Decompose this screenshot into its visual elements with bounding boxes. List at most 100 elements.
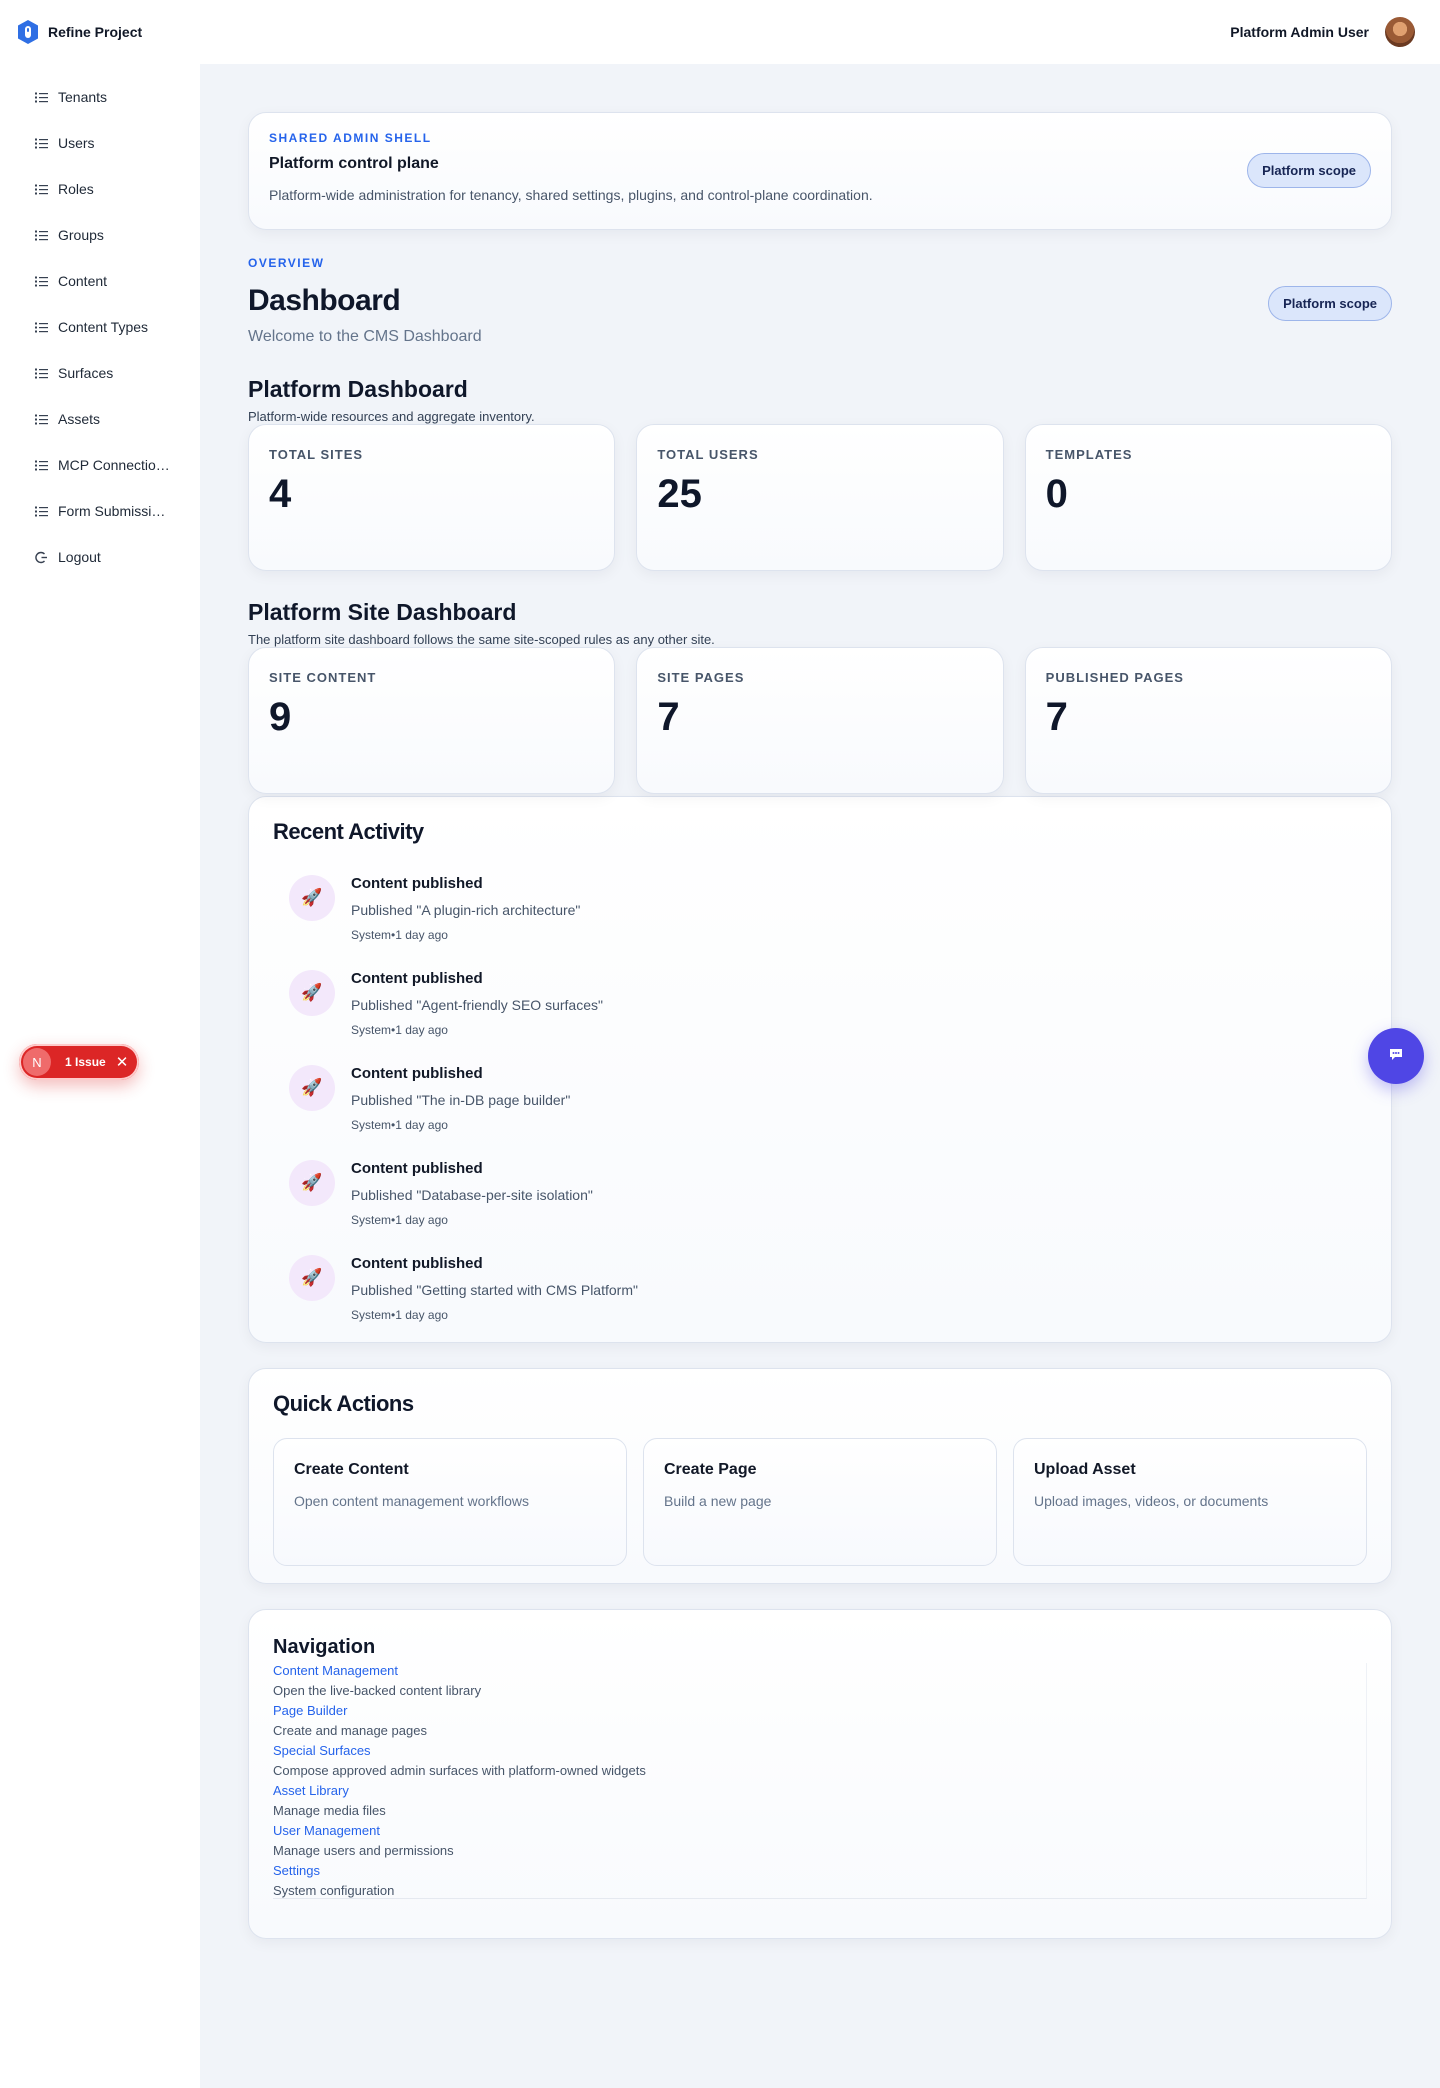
list-icon — [34, 504, 48, 518]
create-page-action[interactable]: Create Page Build a new page — [643, 1438, 997, 1566]
nav-link-user-management[interactable]: User Management — [273, 1823, 1366, 1838]
nav-description: System configuration — [273, 1883, 395, 1898]
activity-title: Content published — [351, 1160, 483, 1177]
top-header: Refine Project Platform Admin User — [0, 0, 1440, 64]
section-title: Platform Site Dashboard — [248, 599, 517, 625]
activity-item: 🚀 Content published Published "Database-pe… — [273, 1160, 1367, 1227]
list-icon — [34, 366, 48, 380]
recent-activity-title: Recent Activity — [273, 819, 424, 844]
sidebar-item-roles[interactable]: Roles — [0, 166, 200, 212]
stat-value: 7 — [1045, 695, 1068, 739]
section-description: Platform-wide resources and aggregate in… — [248, 409, 535, 424]
shell-title: Platform control plane — [269, 155, 439, 172]
create-content-action[interactable]: Create Content Open content management wo… — [273, 1438, 627, 1566]
activity-description: Published "The in-DB page builder" — [351, 1092, 571, 1108]
activity-body: Content published Published "The in-DB pa… — [351, 1065, 570, 1132]
section-description: The platform site dashboard follows the … — [248, 632, 715, 647]
navigation-list: Content Management Open the live-backed c… — [273, 1663, 1367, 1899]
rocket-icon: 🚀 — [289, 1160, 335, 1206]
list-icon — [34, 136, 48, 150]
quick-actions-title: Quick Actions — [273, 1391, 414, 1416]
sidebar-item-label: Logout — [58, 549, 101, 565]
sidebar-item-form-submissi[interactable]: Form Submissi… — [0, 488, 200, 534]
stat-label: PUBLISHED PAGES — [1045, 670, 1184, 685]
sidebar-item-surfaces[interactable]: Surfaces — [0, 350, 200, 396]
chat-bubble-icon — [1388, 1046, 1404, 1066]
recent-activity-card: Recent Activity 🚀 Content published Publis… — [248, 796, 1392, 1343]
list-icon — [34, 458, 48, 472]
nav-description: Create and manage pages — [273, 1723, 427, 1738]
nav-description: Compose approved admin surfaces with pla… — [273, 1763, 646, 1778]
activity-description: Published "Database-per-site isolation" — [351, 1187, 593, 1203]
activity-body: Content published Published "Agent-friend… — [351, 970, 603, 1037]
logo-icon — [18, 20, 38, 44]
sidebar-item-label: Assets — [58, 411, 101, 427]
action-description: Build a new page — [664, 1493, 772, 1509]
activity-description: Published "A plugin-rich architecture" — [351, 902, 581, 918]
activity-description: Published "Agent-friendly SEO surfaces" — [351, 997, 603, 1013]
stat-value: 0 — [1045, 472, 1068, 516]
quick-actions-row: Create Content Open content management wo… — [273, 1438, 1367, 1566]
nav-link-settings[interactable]: Settings — [273, 1863, 1366, 1878]
stat-label: TOTAL USERS — [657, 447, 759, 462]
shell-card: SHARED ADMIN SHELL Platform control plan… — [248, 112, 1392, 230]
rocket-icon: 🚀 — [289, 970, 335, 1016]
stat-card: PUBLISHED PAGES 7 — [1024, 647, 1392, 794]
list-icon — [34, 90, 48, 104]
sidebar-item-assets[interactable]: Assets — [0, 396, 200, 442]
nav-link-special-surfaces[interactable]: Special Surfaces — [273, 1743, 1366, 1758]
section-title: Platform Dashboard — [248, 376, 468, 402]
issues-badge[interactable]: N 1 Issue ✕ — [19, 1044, 139, 1080]
activity-title: Content published — [351, 1255, 483, 1272]
sidebar-item-groups[interactable]: Groups — [0, 212, 200, 258]
sidebar-item-content[interactable]: Content — [0, 258, 200, 304]
activity-meta: System•1 day ago — [351, 928, 448, 942]
issue-label: 1 Issue — [65, 1055, 106, 1069]
page-subtitle: Welcome to the CMS Dashboard — [248, 328, 482, 345]
stat-label: SITE PAGES — [657, 670, 745, 685]
activity-body: Content published Published "Database-per… — [351, 1160, 593, 1227]
activity-body: Content published Published "Getting star… — [351, 1255, 638, 1322]
sidebar-item-mcp-connections[interactable]: MCP Connections — [0, 442, 200, 488]
action-title: Create Page — [664, 1461, 757, 1478]
sidebar-item-tenants[interactable]: Tenants — [0, 74, 200, 120]
logout-icon — [34, 550, 48, 564]
user-menu[interactable]: Platform Admin User — [1230, 17, 1415, 47]
activity-body: Content published Published "A plugin-ric… — [351, 875, 580, 942]
stat-card: TEMPLATES 0 — [1024, 424, 1392, 571]
rocket-icon: 🚀 — [289, 875, 335, 921]
user-name: Platform Admin User — [1230, 24, 1369, 40]
sidebar-item-label: Surfaces — [58, 365, 114, 381]
upload-asset-action[interactable]: Upload Asset Upload images, videos, or do… — [1013, 1438, 1367, 1566]
stat-value: 9 — [269, 695, 292, 739]
action-description: Upload images, videos, or documents — [1034, 1493, 1269, 1509]
shell-description: Platform-wide administration for tenancy… — [269, 187, 873, 203]
stat-card: SITE PAGES 7 — [636, 647, 1004, 794]
stat-label: SITE CONTENT — [269, 670, 377, 685]
action-description: Open content management workflows — [294, 1493, 530, 1509]
activity-item: 🚀 Content published Published "The in-DB p… — [273, 1065, 1367, 1132]
shell-eyebrow: SHARED ADMIN SHELL — [269, 131, 432, 145]
activity-meta: System•1 day ago — [351, 1023, 448, 1037]
sidebar-item-content-types[interactable]: Content Types — [0, 304, 200, 350]
activity-item: 🚀 Content published Published "Getting sta… — [273, 1255, 1367, 1322]
activity-meta: System•1 day ago — [351, 1308, 448, 1322]
overview-eyebrow: OVERVIEW — [248, 256, 325, 270]
avatar[interactable] — [1385, 17, 1415, 47]
stat-card: SITE CONTENT 9 — [248, 647, 616, 794]
sidebar-item-label: Form Submissi… — [58, 503, 166, 519]
sidebar-item-users[interactable]: Users — [0, 120, 200, 166]
nav-link-asset-library[interactable]: Asset Library — [273, 1783, 1366, 1798]
brand[interactable]: Refine Project — [16, 19, 142, 45]
sidebar-item-logout[interactable]: Logout — [0, 534, 200, 580]
scope-badge: Platform scope — [1247, 153, 1371, 188]
activity-title: Content published — [351, 970, 483, 987]
chat-button[interactable] — [1368, 1028, 1424, 1084]
app-name: Refine Project — [48, 24, 143, 40]
sidebar-item-label: Roles — [58, 181, 94, 197]
close-icon[interactable]: ✕ — [116, 1053, 129, 1071]
list-icon — [34, 320, 48, 334]
nav-link-page-builder[interactable]: Page Builder — [273, 1703, 1366, 1718]
stat-value: 7 — [657, 695, 680, 739]
nav-link-content-management[interactable]: Content Management — [273, 1663, 1366, 1678]
